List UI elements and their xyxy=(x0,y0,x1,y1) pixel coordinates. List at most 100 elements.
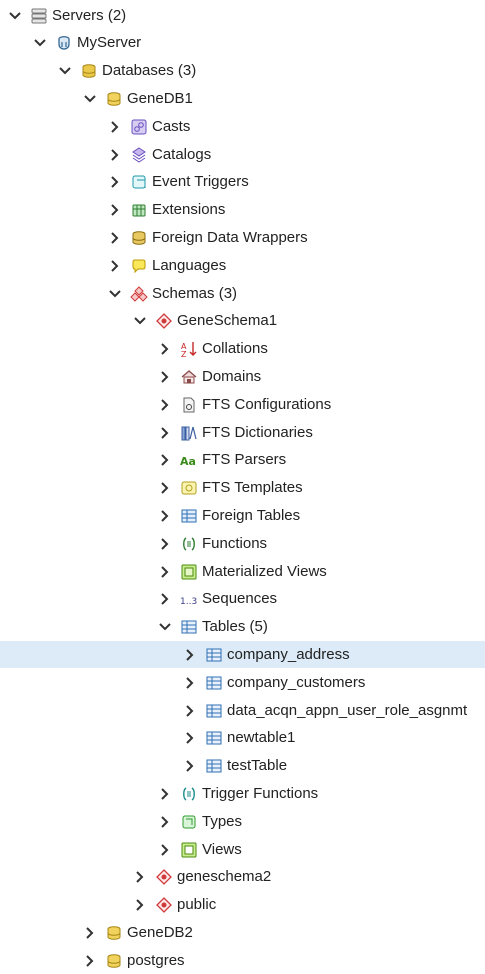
tree-node-newtable1[interactable]: newtable1 xyxy=(0,725,485,752)
chevron-right-icon[interactable] xyxy=(108,203,122,217)
tree-node-foreign-tables[interactable]: Foreign Tables xyxy=(0,502,485,529)
tree-node-testtable[interactable]: testTable xyxy=(0,753,485,780)
tree-node-company-address[interactable]: company_address xyxy=(0,641,485,669)
chevron-right-icon[interactable] xyxy=(108,148,122,162)
svg-text:Aa: Aa xyxy=(180,455,196,468)
chevron-right-icon[interactable] xyxy=(158,509,172,523)
materialized-views-icon xyxy=(179,562,199,582)
fts-parsers-icon: Aa xyxy=(179,450,199,470)
tree-node-label: Foreign Data Wrappers xyxy=(152,228,308,246)
tree-node-genedb1[interactable]: GeneDB1 xyxy=(0,85,485,112)
chevron-right-icon[interactable] xyxy=(158,565,172,579)
tree-node-genedb2[interactable]: GeneDB2 xyxy=(0,919,485,946)
tree-node-languages[interactable]: Languages xyxy=(0,252,485,279)
tree-node-types[interactable]: Types xyxy=(0,808,485,835)
tree-node-label: FTS Parsers xyxy=(202,451,287,469)
chevron-right-icon[interactable] xyxy=(158,342,172,356)
tree-node-functions[interactable]: Functions xyxy=(0,530,485,557)
chevron-right-icon[interactable] xyxy=(183,676,197,690)
tree-node-fts-dictionaries[interactable]: FTS Dictionaries xyxy=(0,419,485,446)
chevron-down-icon[interactable] xyxy=(133,314,147,328)
chevron-down-icon[interactable] xyxy=(8,9,22,23)
chevron-down-icon[interactable] xyxy=(158,620,172,634)
tree-node-label: Catalogs xyxy=(152,145,212,163)
tree-node-extensions[interactable]: Extensions xyxy=(0,197,485,224)
postgres-server-icon xyxy=(54,33,74,53)
tree-node-servers-2[interactable]: Servers (2) xyxy=(0,2,485,29)
tree-node-label: FTS Dictionaries xyxy=(202,423,313,441)
tree-node-trigger-functions[interactable]: Trigger Functions xyxy=(0,780,485,807)
tree-node-geneschema2[interactable]: geneschema2 xyxy=(0,864,485,891)
chevron-right-icon[interactable] xyxy=(158,787,172,801)
tree-node-databases-3[interactable]: Databases (3) xyxy=(0,58,485,85)
table-icon xyxy=(204,701,224,721)
chevron-right-icon[interactable] xyxy=(158,481,172,495)
tree-node-fts-parsers[interactable]: Aa FTS Parsers xyxy=(0,447,485,474)
tree-node-event-triggers[interactable]: Event Triggers xyxy=(0,169,485,196)
tree-node-label: public xyxy=(177,896,217,914)
tree-node-label: Databases (3) xyxy=(102,62,197,80)
chevron-right-icon[interactable] xyxy=(183,731,197,745)
tree-node-geneschema1[interactable]: GeneSchema1 xyxy=(0,308,485,335)
chevron-right-icon[interactable] xyxy=(158,537,172,551)
chevron-right-icon[interactable] xyxy=(158,592,172,606)
chevron-right-icon[interactable] xyxy=(183,759,197,773)
tree-node-collations[interactable]: A Z Collations xyxy=(0,336,485,363)
tree-node-fts-templates[interactable]: FTS Templates xyxy=(0,475,485,502)
tree-node-casts[interactable]: Casts xyxy=(0,113,485,140)
tree-node-myserver[interactable]: MyServer xyxy=(0,30,485,57)
chevron-down-icon[interactable] xyxy=(83,92,97,106)
table-icon xyxy=(204,728,224,748)
tree-node-company-customers[interactable]: company_customers xyxy=(0,669,485,696)
database-icon xyxy=(104,89,124,109)
chevron-right-icon[interactable] xyxy=(158,426,172,440)
chevron-down-icon[interactable] xyxy=(33,36,47,50)
tree-node-foreign-data-wrappers[interactable]: Foreign Data Wrappers xyxy=(0,224,485,251)
tree-node-public[interactable]: public xyxy=(0,892,485,919)
tree-node-label: Tables (5) xyxy=(202,618,268,636)
tree-node-label: MyServer xyxy=(77,34,142,52)
database-icon xyxy=(104,923,124,943)
tree-node-label: Sequences xyxy=(202,590,278,608)
fts-dictionaries-icon xyxy=(179,423,199,443)
tree-node-tables-5[interactable]: Tables (5) xyxy=(0,614,485,641)
tree-node-fts-configurations[interactable]: FTS Configurations xyxy=(0,391,485,418)
chevron-down-icon[interactable] xyxy=(58,64,72,78)
tree-node-domains[interactable]: Domains xyxy=(0,363,485,390)
chevron-right-icon[interactable] xyxy=(158,398,172,412)
chevron-right-icon[interactable] xyxy=(133,870,147,884)
chevron-right-icon[interactable] xyxy=(183,648,197,662)
tree-node-label: Collations xyxy=(202,340,268,358)
chevron-right-icon[interactable] xyxy=(83,926,97,940)
chevron-right-icon[interactable] xyxy=(133,898,147,912)
schema-icon xyxy=(154,895,174,915)
chevron-right-icon[interactable] xyxy=(108,120,122,134)
chevron-right-icon[interactable] xyxy=(108,231,122,245)
tree-node-schemas-3[interactable]: Schemas (3) xyxy=(0,280,485,307)
chevron-down-icon[interactable] xyxy=(108,287,122,301)
foreign-data-wrappers-icon xyxy=(129,228,149,248)
databases-icon xyxy=(79,61,99,81)
chevron-right-icon[interactable] xyxy=(183,704,197,718)
tree-node-label: Schemas (3) xyxy=(152,284,238,302)
tree-node-views[interactable]: Views xyxy=(0,836,485,863)
fts-configurations-icon xyxy=(179,395,199,415)
svg-text:Z: Z xyxy=(181,350,187,358)
tree-node-data-acqn-appn-user-role-asgnmt[interactable]: data_acqn_appn_user_role_asgnmt xyxy=(0,697,485,724)
chevron-right-icon[interactable] xyxy=(158,843,172,857)
chevron-right-icon[interactable] xyxy=(158,453,172,467)
sequences-icon: 1..3 xyxy=(179,589,199,609)
chevron-right-icon[interactable] xyxy=(158,370,172,384)
chevron-right-icon[interactable] xyxy=(108,175,122,189)
tree-node-catalogs[interactable]: Catalogs xyxy=(0,141,485,168)
tree-node-materialized-views[interactable]: Materialized Views xyxy=(0,558,485,585)
tree-node-label: geneschema2 xyxy=(177,868,272,886)
tree-node-label: Foreign Tables xyxy=(202,506,301,524)
tree-node-label: GeneDB1 xyxy=(127,89,193,107)
tree-node-sequences[interactable]: 1..3 Sequences xyxy=(0,586,485,613)
domains-icon xyxy=(179,367,199,387)
chevron-right-icon[interactable] xyxy=(83,954,97,968)
chevron-right-icon[interactable] xyxy=(158,815,172,829)
tables-icon xyxy=(179,617,199,637)
chevron-right-icon[interactable] xyxy=(108,259,122,273)
